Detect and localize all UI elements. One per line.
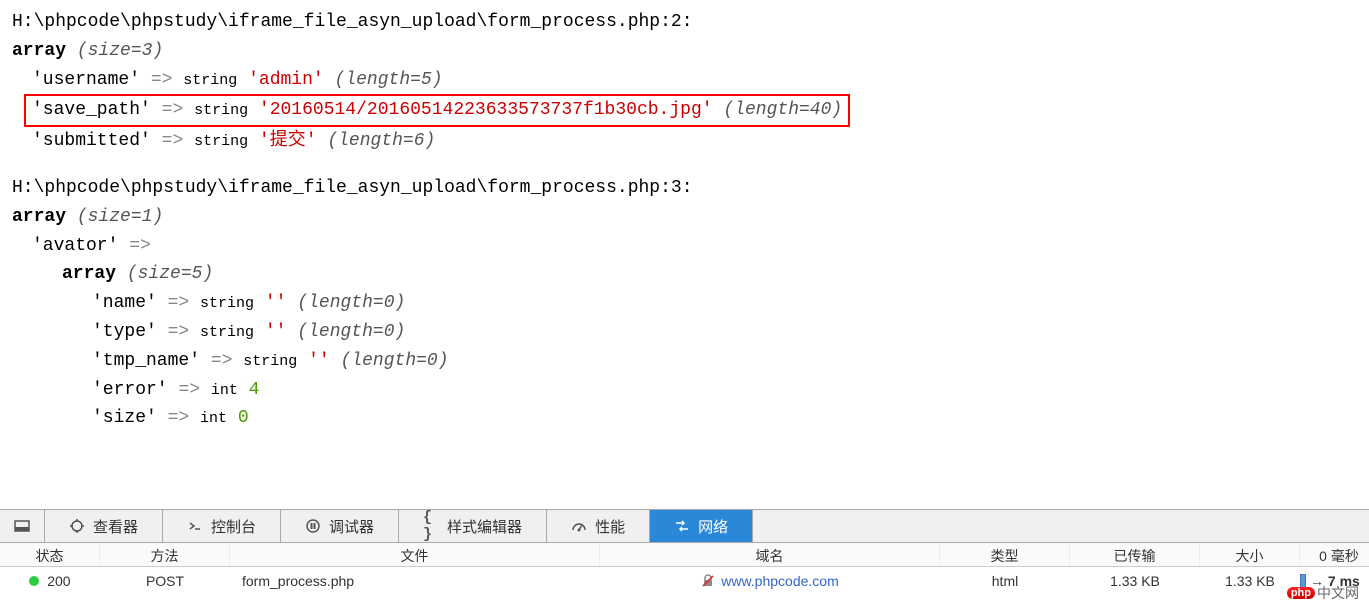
tab-label: 查看器 — [93, 516, 138, 537]
arrow: => — [162, 131, 184, 151]
status-dot-icon — [29, 576, 39, 586]
tab-label: 控制台 — [211, 516, 256, 537]
devtools-toolbar: 查看器 控制台 调试器 { } 样式编辑器 性能 网络 — [0, 509, 1369, 543]
console-icon — [187, 518, 203, 534]
length: (length=0) — [341, 351, 449, 371]
length: (length=5) — [335, 70, 443, 90]
value: '' — [265, 322, 287, 342]
arrow: => — [162, 100, 184, 120]
length: (length=40) — [723, 100, 842, 120]
key: 'username' — [32, 70, 140, 90]
type: string — [194, 133, 248, 150]
inspector-icon — [69, 518, 85, 534]
col-method[interactable]: 方法 — [100, 543, 230, 566]
file-path-2: H:\phpcode\phpstudy\iframe_file_asyn_upl… — [12, 174, 1357, 203]
tab-label: 调试器 — [329, 516, 374, 537]
key: 'type' — [92, 322, 157, 342]
type: int — [200, 410, 227, 427]
tab-console[interactable]: 控制台 — [163, 510, 281, 542]
value: '' — [265, 293, 287, 313]
cell-domain: www.phpcode.com — [600, 573, 940, 589]
arrow: => — [151, 70, 173, 90]
inner-array-label: array — [62, 264, 116, 284]
file-path-1: H:\phpcode\phpstudy\iframe_file_asyn_upl… — [12, 8, 1357, 37]
var-dump-output: H:\phpcode\phpstudy\iframe_file_asyn_upl… — [0, 0, 1369, 433]
highlighted-row: 'save_path' => string '20160514/20160514… — [24, 94, 850, 127]
style-icon: { } — [423, 518, 439, 534]
key: 'error' — [92, 380, 168, 400]
intval: 4 — [249, 380, 260, 400]
insecure-icon — [701, 574, 715, 588]
col-domain[interactable]: 域名 — [600, 543, 940, 566]
value: '提交' — [259, 131, 317, 151]
inner-size-label: (size=5) — [127, 264, 213, 284]
type: string — [183, 72, 237, 89]
length: (length=0) — [297, 322, 405, 342]
tab-performance[interactable]: 性能 — [547, 510, 650, 542]
key: 'save_path' — [32, 100, 151, 120]
array-label: array — [12, 207, 66, 227]
size-label: (size=3) — [77, 41, 163, 61]
cell-size: 1.33 KB — [1200, 573, 1300, 589]
cell-file: form_process.php — [230, 573, 600, 589]
length: (length=0) — [297, 293, 405, 313]
arrow: => — [168, 293, 190, 313]
cell-method: POST — [100, 573, 230, 589]
arrow: => — [178, 380, 200, 400]
intval: 0 — [238, 408, 249, 428]
watermark-logo: php — [1287, 587, 1315, 599]
type: string — [200, 295, 254, 312]
tab-network[interactable]: 网络 — [650, 510, 753, 542]
value: '' — [308, 351, 330, 371]
col-file[interactable]: 文件 — [230, 543, 600, 566]
length: (length=6) — [327, 131, 435, 151]
dock-icon — [14, 518, 30, 534]
dock-button[interactable] — [0, 510, 45, 542]
debugger-icon — [305, 518, 321, 534]
tab-label: 性能 — [595, 516, 625, 537]
watermark: php 中文网 — [1287, 583, 1359, 603]
key: 'submitted' — [32, 131, 151, 151]
arrow: => — [168, 408, 190, 428]
size-label: (size=1) — [77, 207, 163, 227]
arrow: => — [129, 236, 151, 256]
array-label: array — [12, 41, 66, 61]
key: 'size' — [92, 408, 157, 428]
cell-status: 200 — [0, 573, 100, 589]
type: string — [200, 324, 254, 341]
network-table-header: 状态 方法 文件 域名 类型 已传输 大小 0 毫秒 — [0, 543, 1369, 567]
key: 'name' — [92, 293, 157, 313]
type: int — [211, 382, 238, 399]
col-size[interactable]: 大小 — [1200, 543, 1300, 566]
network-icon — [674, 518, 690, 534]
col-zero-ms[interactable]: 0 毫秒 — [1300, 543, 1369, 566]
arrow: => — [168, 322, 190, 342]
key: 'avator' — [32, 236, 118, 256]
network-request-row[interactable]: 200 POST form_process.php www.phpcode.co… — [0, 569, 1369, 593]
tab-inspector[interactable]: 查看器 — [45, 510, 163, 542]
value: 'admin' — [248, 70, 324, 90]
key: 'tmp_name' — [92, 351, 200, 371]
tab-label: 样式编辑器 — [447, 516, 522, 537]
cell-type: html — [940, 573, 1070, 589]
tab-style-editor[interactable]: { } 样式编辑器 — [399, 510, 547, 542]
value: '20160514/20160514223633573737f1b30cb.jp… — [259, 100, 713, 120]
performance-icon — [571, 518, 587, 534]
type: string — [194, 102, 248, 119]
col-transferred[interactable]: 已传输 — [1070, 543, 1200, 566]
col-type[interactable]: 类型 — [940, 543, 1070, 566]
arrow: => — [211, 351, 233, 371]
watermark-text: 中文网 — [1317, 583, 1359, 603]
cell-transferred: 1.33 KB — [1070, 573, 1200, 589]
tab-label: 网络 — [698, 516, 728, 537]
type: string — [243, 353, 297, 370]
col-status[interactable]: 状态 — [0, 543, 100, 566]
tab-debugger[interactable]: 调试器 — [281, 510, 399, 542]
